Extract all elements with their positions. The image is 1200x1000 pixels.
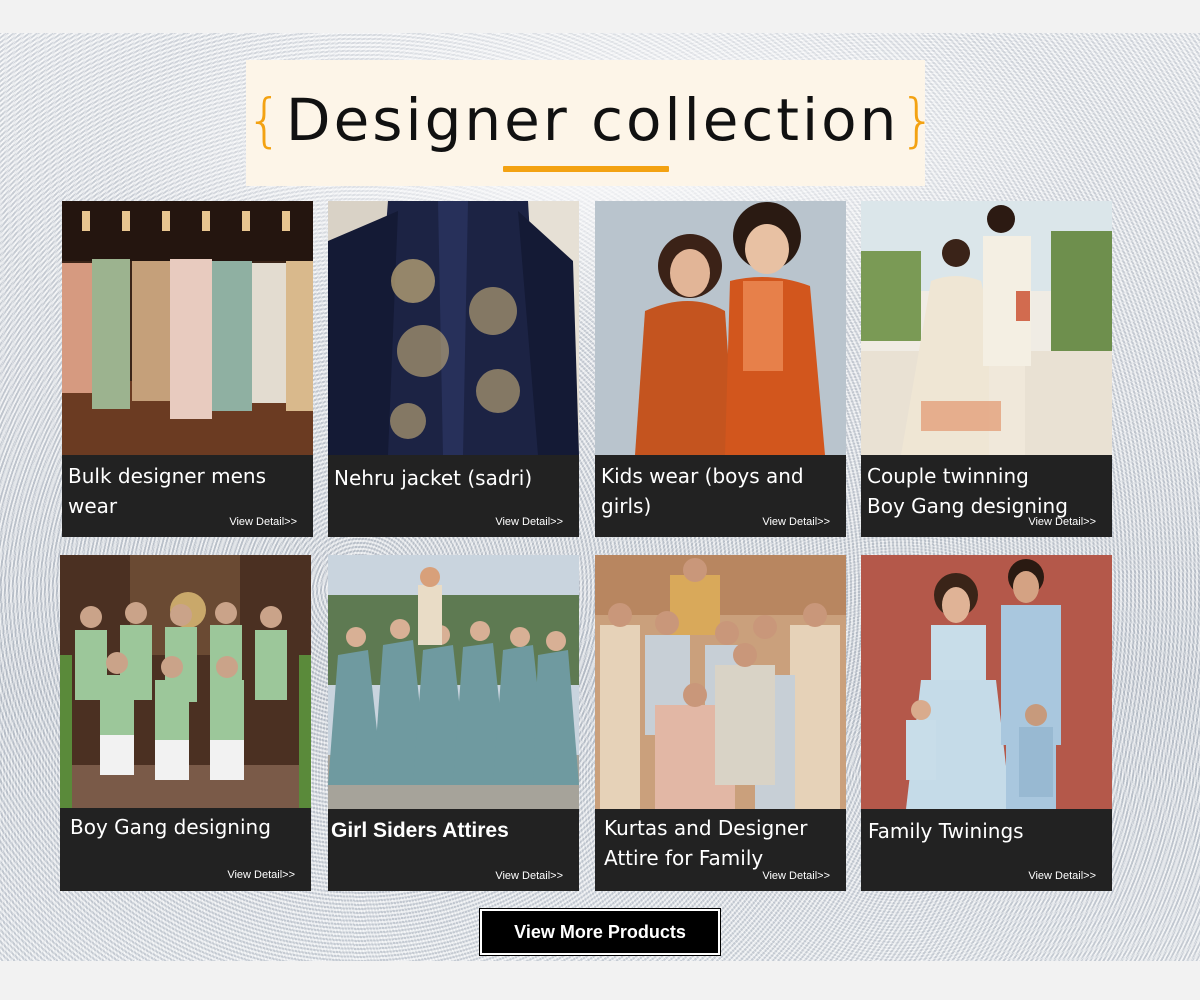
card-title[interactable]: Couple twinning Boy Gang designing	[867, 461, 1107, 521]
card-caption: Bulk designer mens wear View Detail>>	[62, 455, 313, 537]
product-card-kids-wear[interactable]: Kids wear (boys and girls) View Detail>>	[595, 201, 846, 537]
card-title[interactable]: Nehru jacket (sadri)	[334, 463, 574, 493]
product-card-family-twinings[interactable]: Family Twinings View Detail>>	[861, 555, 1112, 891]
card-title[interactable]: Girl Siders Attires	[331, 816, 571, 846]
section-title: {Designer collection}	[246, 86, 936, 154]
card-caption: Kurtas and Designer Attire for Family Vi…	[595, 809, 846, 891]
product-card-boy-gang[interactable]: Boy Gang designing View Detail>>	[60, 555, 311, 891]
brace-close: }	[899, 86, 940, 154]
product-image-bulk-mens-wear[interactable]	[62, 201, 313, 455]
product-card-bulk-mens-wear[interactable]: Bulk designer mens wear View Detail>>	[62, 201, 313, 537]
product-card-nehru-jacket[interactable]: Nehru jacket (sadri) View Detail>>	[328, 201, 579, 537]
view-detail-link[interactable]: View Detail>>	[495, 516, 563, 528]
card-title[interactable]: Kids wear (boys and girls)	[601, 461, 841, 521]
section-title-box: {Designer collection}	[246, 60, 936, 186]
section-title-text: Designer collection	[285, 86, 900, 154]
product-image-couple-twinning[interactable]	[861, 201, 1112, 455]
card-title[interactable]: Boy Gang designing	[70, 812, 310, 842]
view-detail-link[interactable]: View Detail>>	[1028, 516, 1096, 528]
product-image-girl-siders[interactable]	[328, 555, 579, 809]
card-caption: Family Twinings View Detail>>	[861, 809, 1112, 891]
product-card-couple-twinning[interactable]: Couple twinning Boy Gang designing View …	[861, 201, 1112, 537]
view-detail-link[interactable]: View Detail>>	[1028, 870, 1096, 882]
product-card-kurtas-family[interactable]: Kurtas and Designer Attire for Family Vi…	[595, 555, 846, 891]
product-image-boy-gang[interactable]	[60, 555, 311, 808]
title-underline	[503, 166, 669, 172]
view-more-products-button[interactable]: View More Products	[479, 908, 721, 956]
product-image-kurtas-family[interactable]	[595, 555, 846, 809]
view-detail-link[interactable]: View Detail>>	[762, 516, 830, 528]
brace-open: {	[246, 86, 286, 154]
card-caption: Kids wear (boys and girls) View Detail>>	[595, 455, 846, 537]
card-caption: Couple twinning Boy Gang designing View …	[861, 455, 1112, 537]
card-title[interactable]: Kurtas and Designer Attire for Family	[604, 813, 844, 873]
product-image-nehru-jacket[interactable]	[328, 201, 579, 455]
card-caption: Boy Gang designing View Detail>>	[60, 808, 311, 890]
view-detail-link[interactable]: View Detail>>	[229, 516, 297, 528]
card-title[interactable]: Bulk designer mens wear	[68, 461, 308, 521]
product-image-kids-wear[interactable]	[595, 201, 846, 455]
view-detail-link[interactable]: View Detail>>	[495, 870, 563, 882]
card-caption: Nehru jacket (sadri) View Detail>>	[328, 455, 579, 537]
view-detail-link[interactable]: View Detail>>	[762, 870, 830, 882]
view-detail-link[interactable]: View Detail>>	[227, 869, 295, 881]
product-card-girl-siders[interactable]: Girl Siders Attires View Detail>>	[328, 555, 579, 891]
card-caption: Girl Siders Attires View Detail>>	[328, 809, 579, 891]
card-title[interactable]: Family Twinings	[868, 816, 1108, 846]
product-image-family-twinings[interactable]	[861, 555, 1112, 809]
